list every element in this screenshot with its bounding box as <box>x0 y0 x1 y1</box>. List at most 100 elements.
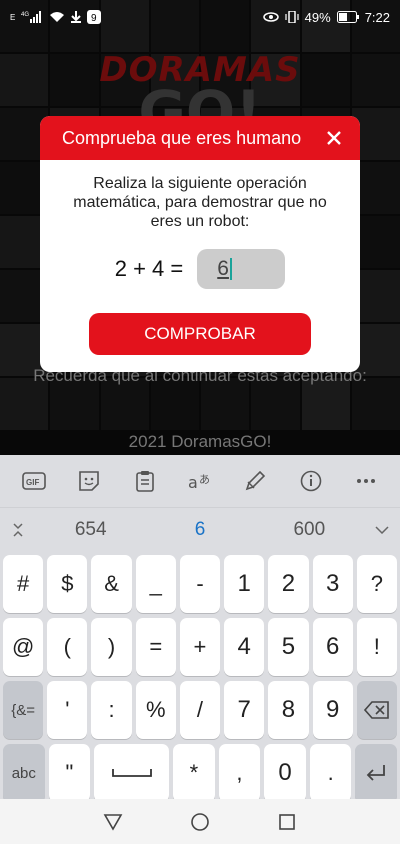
battery-percent: 49% <box>304 9 331 25</box>
verify-button[interactable]: COMPROBAR <box>89 313 311 355</box>
key[interactable]: / <box>179 681 221 739</box>
translate-button[interactable]: aあ <box>180 461 220 501</box>
key[interactable]: 4 <box>224 618 265 676</box>
svg-text:9: 9 <box>91 13 97 24</box>
back-button[interactable] <box>93 802 133 842</box>
key[interactable]: 0 <box>264 744 306 802</box>
info-button[interactable] <box>291 461 331 501</box>
key[interactable]: 8 <box>268 681 309 739</box>
info-icon <box>300 470 322 492</box>
key[interactable]: 3 <box>312 555 353 613</box>
handwriting-button[interactable] <box>235 461 275 501</box>
key[interactable]: 2 <box>268 555 309 613</box>
battery-icon <box>336 11 359 23</box>
key[interactable]: 6 <box>312 618 353 676</box>
carrier-e-icon: E <box>10 12 16 22</box>
key[interactable]: 5 <box>268 618 309 676</box>
backspace-icon <box>363 701 389 719</box>
enter-key[interactable] <box>355 744 398 802</box>
recents-button[interactable] <box>267 802 307 842</box>
key-grid: # $ & _ - 1 2 3 ? @ ( ) = + 4 5 6 ! {&= … <box>0 551 400 802</box>
suggestion-bar: 654 6 600 <box>0 507 400 551</box>
app-notification-icon: 9 <box>87 10 102 24</box>
key[interactable]: $ <box>47 555 88 613</box>
dialog-title: Comprueba que eres humano <box>62 127 302 148</box>
home-icon <box>191 812 209 831</box>
key[interactable]: 9 <box>312 681 353 739</box>
status-bar: E 4G 9 49% 7:22 <box>0 0 400 34</box>
home-button[interactable] <box>180 802 220 842</box>
gif-button[interactable]: GIF <box>14 461 54 501</box>
eye-icon <box>262 12 279 22</box>
clipboard-icon <box>135 471 154 492</box>
key[interactable]: . <box>309 744 352 802</box>
key[interactable]: ' <box>47 681 88 739</box>
key[interactable]: ! <box>356 618 397 676</box>
wifi-icon <box>49 11 65 23</box>
key-row: @ ( ) = + 4 5 6 ! <box>3 618 397 676</box>
key-row: # $ & _ - 1 2 3 ? <box>3 555 397 613</box>
key[interactable]: , <box>218 744 261 802</box>
footer-copyright: 2021 DoramasGO! <box>128 432 272 451</box>
answer-input[interactable]: 6 <box>197 249 286 289</box>
clock: 7:22 <box>364 9 390 25</box>
captcha-dialog: Comprueba que eres humano Realiza la sig… <box>40 116 360 372</box>
translate-icon: aあ <box>188 473 210 492</box>
key[interactable]: " <box>48 744 91 802</box>
sticker-icon <box>79 471 99 491</box>
math-expression: 2 + 4 = <box>114 256 184 281</box>
gif-icon: GIF <box>21 472 46 490</box>
suggestion-item[interactable]: 600 <box>255 519 364 541</box>
svg-text:あ: あ <box>199 473 210 486</box>
collapse-suggestions-button[interactable] <box>0 522 36 537</box>
key-row: abc " * , 0 . <box>3 744 398 802</box>
text-caret <box>229 258 232 280</box>
sticker-button[interactable] <box>69 461 109 501</box>
chevron-down-icon <box>375 525 389 534</box>
keyboard-toolbar: GIF aあ <box>0 455 400 507</box>
symbols-page-key[interactable]: {&= <box>3 681 44 739</box>
key[interactable]: 1 <box>224 555 265 613</box>
suggestion-item[interactable]: 654 <box>36 519 145 541</box>
clipboard-button[interactable] <box>125 461 165 501</box>
recents-icon <box>278 813 295 830</box>
navigation-bar <box>0 799 400 844</box>
key[interactable]: : <box>91 681 132 739</box>
space-icon <box>111 769 152 777</box>
key[interactable]: 7 <box>224 681 265 739</box>
math-challenge: 2 + 4 = 6 <box>40 249 360 289</box>
collapse-icon <box>13 522 23 537</box>
key[interactable]: _ <box>135 555 176 613</box>
more-icon <box>357 479 376 483</box>
key[interactable]: % <box>135 681 176 739</box>
key[interactable]: ? <box>356 555 397 613</box>
close-button[interactable] <box>322 126 346 150</box>
key[interactable]: # <box>3 555 44 613</box>
key[interactable]: - <box>179 555 221 613</box>
dialog-description: Realiza la siguiente operación matemátic… <box>73 175 327 230</box>
dialog-header: Comprueba que eres humano <box>40 116 360 160</box>
svg-text:4G: 4G <box>21 12 29 18</box>
key-row: {&= ' : % / 7 8 9 <box>3 681 397 739</box>
vibrate-icon <box>285 11 299 23</box>
space-key[interactable] <box>94 744 170 802</box>
more-button[interactable] <box>346 461 386 501</box>
key[interactable]: @ <box>3 618 44 676</box>
back-icon <box>103 813 123 831</box>
suggestion-item[interactable]: 6 <box>145 519 254 541</box>
key[interactable]: * <box>173 744 215 802</box>
enter-icon <box>366 765 386 781</box>
soft-keyboard: GIF aあ 654 6 600 # $ & _ - 1 2 3 ? @ ()… <box>0 455 400 802</box>
key[interactable]: + <box>179 618 221 676</box>
key[interactable]: ( <box>47 618 88 676</box>
svg-text:a: a <box>188 473 198 492</box>
signal-4g-icon: 4G <box>21 11 43 23</box>
expand-suggestions-button[interactable] <box>364 525 400 534</box>
abc-key[interactable]: abc <box>3 744 45 802</box>
gif-label: GIF <box>26 478 39 487</box>
handwriting-icon <box>246 470 266 491</box>
backspace-key[interactable] <box>356 681 397 739</box>
key[interactable]: = <box>135 618 176 676</box>
key[interactable]: ) <box>91 618 132 676</box>
key[interactable]: & <box>91 555 132 613</box>
